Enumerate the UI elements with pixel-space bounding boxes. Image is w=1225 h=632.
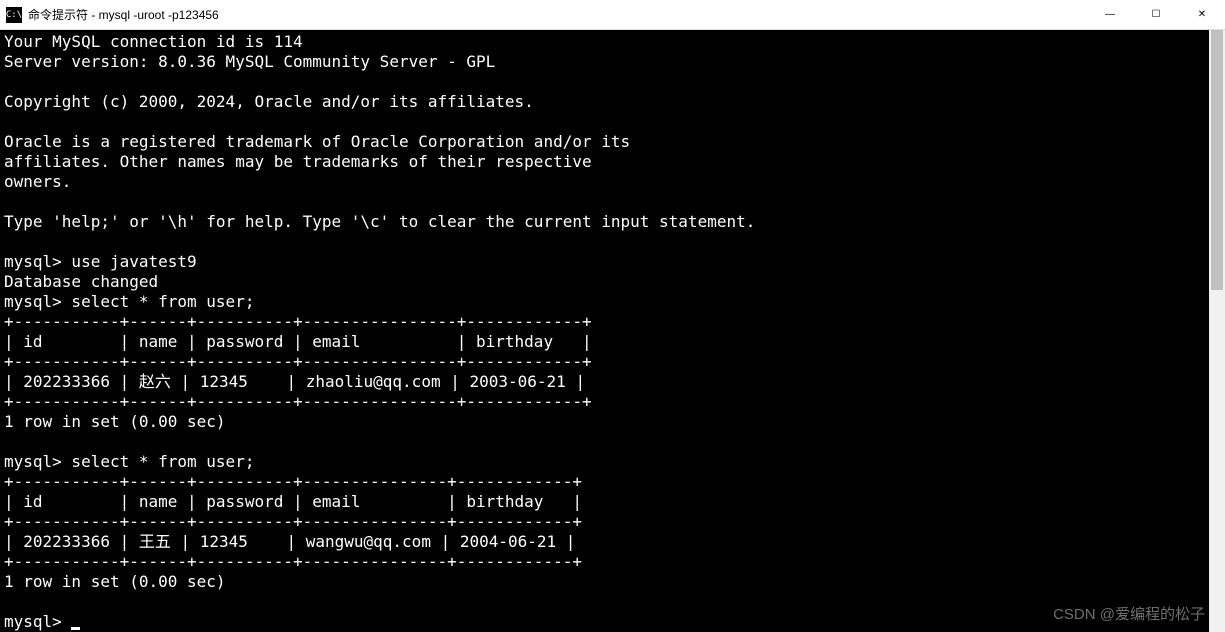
scrollbar-track[interactable]: [1209, 30, 1225, 632]
terminal-line: affiliates. Other names may be trademark…: [4, 152, 592, 171]
terminal-line: Database changed: [4, 272, 158, 291]
window-titlebar: C:\ 命令提示符 - mysql -uroot -p123456 — ☐ ✕: [0, 0, 1225, 30]
terminal-line: +-----------+------+----------+---------…: [4, 512, 582, 531]
terminal-line: +-----------+------+----------+---------…: [4, 552, 582, 571]
terminal-line: | 202233366 | 王五 | 12345 | wangwu@qq.com…: [4, 532, 575, 551]
terminal-line: mysql>: [4, 612, 71, 631]
terminal-line: mysql> use javatest9: [4, 252, 197, 271]
terminal-line: +-----------+------+----------+---------…: [4, 472, 582, 491]
cmd-icon: C:\: [6, 7, 22, 23]
close-button[interactable]: ✕: [1179, 0, 1225, 30]
terminal-line: owners.: [4, 172, 71, 191]
cursor: [71, 627, 80, 630]
terminal-line: Server version: 8.0.36 MySQL Community S…: [4, 52, 495, 71]
window-controls: — ☐ ✕: [1087, 0, 1225, 30]
terminal-line: Type 'help;' or '\h' for help. Type '\c'…: [4, 212, 755, 231]
terminal-line: | id | name | password | email | birthda…: [4, 332, 592, 351]
terminal-line: +-----------+------+----------+---------…: [4, 312, 592, 331]
terminal-line: +-----------+------+----------+---------…: [4, 392, 592, 411]
terminal-line: | id | name | password | email | birthda…: [4, 492, 582, 511]
terminal-line: Copyright (c) 2000, 2024, Oracle and/or …: [4, 92, 534, 111]
watermark: CSDN @爱编程的松子: [1053, 603, 1205, 624]
terminal-line: 1 row in set (0.00 sec): [4, 572, 226, 591]
maximize-button[interactable]: ☐: [1133, 0, 1179, 30]
terminal-line: mysql> select * from user;: [4, 452, 254, 471]
minimize-button[interactable]: —: [1087, 0, 1133, 30]
window-title: 命令提示符 - mysql -uroot -p123456: [28, 6, 1087, 23]
terminal-output[interactable]: Your MySQL connection id is 114 Server v…: [0, 30, 1225, 632]
terminal-line: Oracle is a registered trademark of Orac…: [4, 132, 630, 151]
terminal-line: Your MySQL connection id is 114: [4, 32, 303, 51]
scrollbar-thumb[interactable]: [1211, 30, 1223, 290]
terminal-line: +-----------+------+----------+---------…: [4, 352, 592, 371]
terminal-line: | 202233366 | 赵六 | 12345 | zhaoliu@qq.co…: [4, 372, 585, 391]
terminal-line: 1 row in set (0.00 sec): [4, 412, 226, 431]
terminal-line: mysql> select * from user;: [4, 292, 254, 311]
